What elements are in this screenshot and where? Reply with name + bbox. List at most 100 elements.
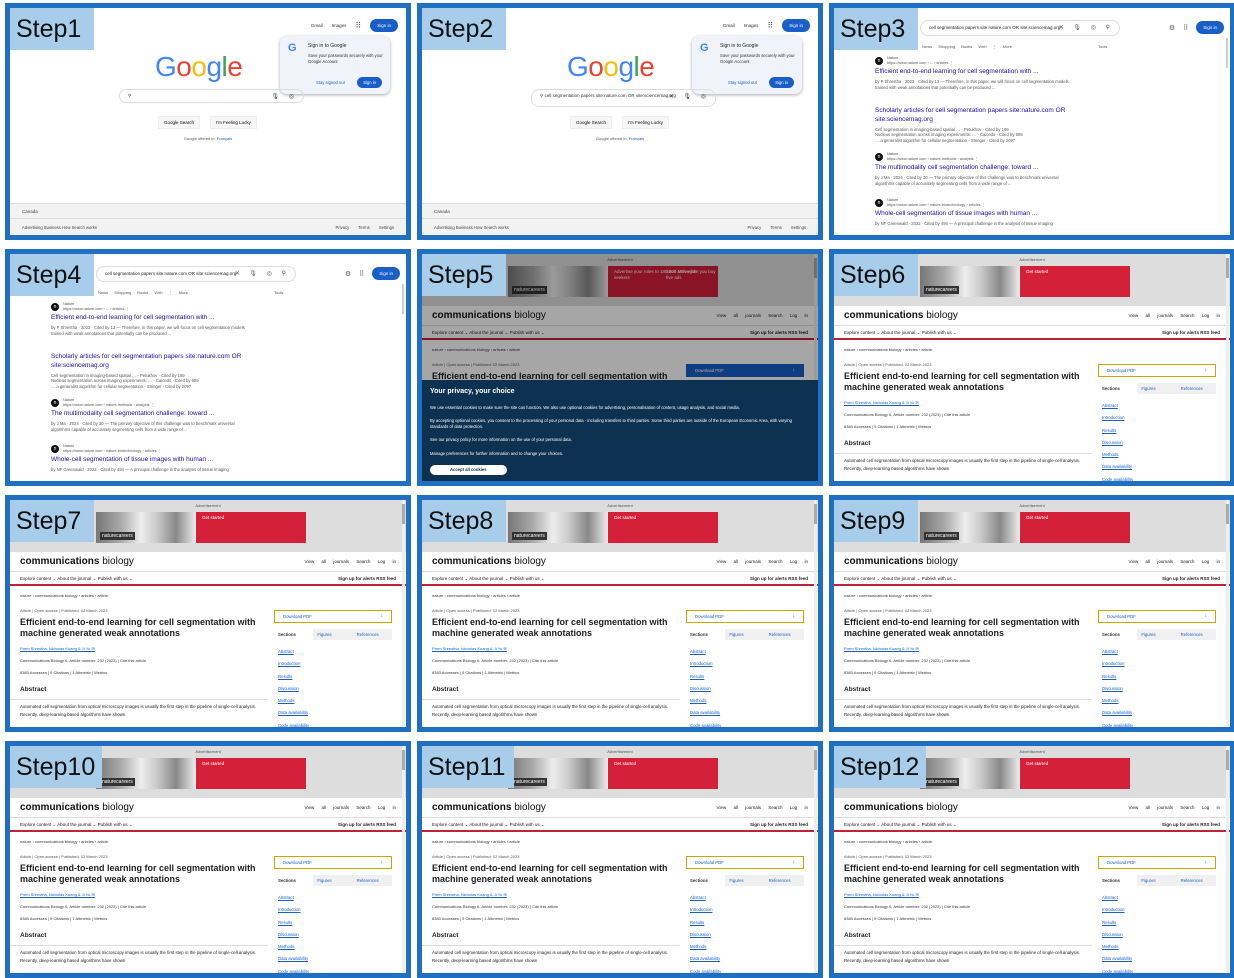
ad-banner[interactable]: Get started xyxy=(1020,758,1130,789)
tab-references[interactable]: References xyxy=(765,875,804,886)
nav-menus[interactable]: Explore content ⌄ About the journal ⌄ Pu… xyxy=(844,330,957,335)
download-pdf-button[interactable]: Download PDF ↓ xyxy=(1098,364,1216,377)
ad-image[interactable]: naturecareers xyxy=(508,758,608,789)
authors-link[interactable]: Prem Shrestha, Nicholas Kuang & Ji Yu ✉ xyxy=(844,646,919,651)
tab-references[interactable]: References xyxy=(353,629,392,640)
result-title-link[interactable]: The multimodality cell segmentation chal… xyxy=(875,164,1075,173)
popup-signin-button[interactable]: Sign in xyxy=(357,77,382,88)
tab-sections[interactable]: Sections xyxy=(274,629,314,640)
toc-link[interactable]: Introduction xyxy=(278,658,309,670)
authors-link[interactable]: Prem Shrestha, Nicholas Kuang & Ji Yu ✉ xyxy=(844,892,919,897)
toc-link[interactable]: Results xyxy=(278,671,309,683)
alerts-rss[interactable]: Sign up for alerts RSS feed xyxy=(338,576,396,581)
footer-right-links[interactable]: Privacy Terms Settings xyxy=(335,225,394,230)
popup-signin-button[interactable]: Sign in xyxy=(769,77,794,88)
images-link[interactable]: Images xyxy=(332,23,347,28)
toc-link[interactable]: Code availability xyxy=(690,966,721,973)
toc-link[interactable]: Discussion xyxy=(1102,437,1133,449)
toc-link[interactable]: Data availability xyxy=(1102,953,1133,965)
nav-menus[interactable]: Explore content ⌄ About the journal ⌄ Pu… xyxy=(20,822,133,827)
toc-link[interactable]: Results xyxy=(1102,671,1133,683)
breadcrumb[interactable]: nature › communications biology › articl… xyxy=(432,593,520,598)
download-pdf-button[interactable]: Download PDF ↓ xyxy=(686,610,804,623)
gmail-link[interactable]: Gmail xyxy=(723,23,735,28)
toc-link[interactable]: Abstract xyxy=(1102,646,1133,658)
toc-link[interactable]: Introduction xyxy=(278,904,309,916)
header-links[interactable]: View all journals Search Log in xyxy=(305,559,396,564)
toc-link[interactable]: Abstract xyxy=(278,646,309,658)
authors-link[interactable]: Prem Shrestha, Nicholas Kuang & Ji Yu ✉ xyxy=(432,646,507,651)
ad-banner[interactable]: Get started xyxy=(608,758,718,789)
tab-figures[interactable]: Figures xyxy=(313,875,352,886)
nav-menus[interactable]: Explore content ⌄ About the journal ⌄ Pu… xyxy=(20,576,133,581)
nav-menus[interactable]: Explore content ⌄ About the journal ⌄ Pu… xyxy=(432,822,545,827)
toc-link[interactable]: Results xyxy=(690,671,721,683)
scrollbar[interactable] xyxy=(1226,254,1229,481)
toc-link[interactable]: Results xyxy=(1102,917,1133,929)
scholarly-title-link[interactable]: Scholarly articles for cell segmentation… xyxy=(51,353,251,371)
toc-link[interactable]: Data availability xyxy=(690,707,721,719)
toc-link[interactable]: Abstract xyxy=(690,646,721,658)
ad-image[interactable]: naturecareers xyxy=(96,512,196,543)
toc-link[interactable]: Discussion xyxy=(1102,929,1133,941)
toc-link[interactable]: Introduction xyxy=(690,904,721,916)
breadcrumb[interactable]: nature › communications biology › articl… xyxy=(20,593,108,598)
search-input[interactable]: ⚲ cell segmentation papers site:nature.c… xyxy=(531,89,716,107)
ad-banner[interactable]: Get started xyxy=(196,512,306,543)
toc-link[interactable]: Discussion xyxy=(1102,683,1133,695)
ad-banner[interactable]: Get started xyxy=(196,758,306,789)
alerts-rss[interactable]: Sign up for alerts RSS feed xyxy=(750,822,808,827)
cookie-text[interactable]: See our privacy policy for more informat… xyxy=(430,437,810,443)
settings-icon[interactable]: ⚙ xyxy=(345,270,351,278)
scrollbar[interactable] xyxy=(402,746,405,973)
toc-link[interactable]: Code availability xyxy=(690,720,721,727)
tools-button[interactable]: Tools xyxy=(274,290,283,295)
result-title-link[interactable]: The multimodality cell segmentation chal… xyxy=(51,410,251,419)
breadcrumb[interactable]: nature › communications biology › articl… xyxy=(844,347,932,352)
header-links[interactable]: View all journals Search Log in xyxy=(717,559,808,564)
toc-link[interactable]: Discussion xyxy=(278,683,309,695)
authors-link[interactable]: Prem Shrestha, Nicholas Kuang & Ji Yu ✉ xyxy=(20,892,95,897)
tab-figures[interactable]: Figures xyxy=(725,629,764,640)
lucky-button[interactable]: I'm Feeling Lucky xyxy=(622,116,669,129)
manage-preferences-link[interactable]: Manage preferences for further informati… xyxy=(430,451,810,457)
stay-signed-out-button[interactable]: Stay signed out xyxy=(316,80,345,85)
serp-search-input[interactable]: cell segmentation papers site:nature.com… xyxy=(96,266,296,282)
apps-icon[interactable]: ⠿ xyxy=(359,270,364,278)
toc-link[interactable]: Code availability xyxy=(278,966,309,973)
download-pdf-button[interactable]: Download PDF ↓ xyxy=(1098,610,1216,623)
header-links[interactable]: View all journals Search Log in xyxy=(1129,805,1220,810)
scholarly-item[interactable]: … a generalist algorithm for cellular se… xyxy=(51,384,251,390)
apps-icon[interactable]: ⠿ xyxy=(355,21,361,30)
search-tools-icons[interactable]: 🎙 ◎ xyxy=(271,93,298,100)
apps-icon[interactable]: ⠿ xyxy=(767,21,773,30)
ad-banner[interactable]: Get started xyxy=(608,512,718,543)
tab-references[interactable]: References xyxy=(1177,875,1216,886)
breadcrumb[interactable]: nature › communications biology › articl… xyxy=(844,593,932,598)
alerts-rss[interactable]: Sign up for alerts RSS feed xyxy=(1162,330,1220,335)
toc-link[interactable]: Results xyxy=(690,917,721,929)
nav-menus[interactable]: Explore content ⌄ About the journal ⌄ Pu… xyxy=(844,822,957,827)
download-pdf-button[interactable]: Download PDF ↓ xyxy=(274,856,392,869)
journal-logo[interactable]: communications biology xyxy=(844,802,958,813)
toc-link[interactable]: Methods xyxy=(690,941,721,953)
ad-image[interactable]: naturecareers xyxy=(920,512,1020,543)
signin-button[interactable]: Sign in xyxy=(372,267,400,280)
ad-banner[interactable]: Get started xyxy=(1020,512,1130,543)
result-title-link[interactable]: Efficient end-to-end learning for cell s… xyxy=(51,314,251,323)
toc-link[interactable]: Abstract xyxy=(1102,892,1133,904)
toc-link[interactable]: Discussion xyxy=(690,929,721,941)
ad-banner[interactable]: Get started xyxy=(1020,266,1130,297)
breadcrumb[interactable]: nature › communications biology › articl… xyxy=(844,839,932,844)
apps-icon[interactable]: ⠿ xyxy=(1183,24,1188,32)
settings-icon[interactable]: ⚙ xyxy=(1169,24,1175,32)
toc-link[interactable]: Data availability xyxy=(690,953,721,965)
breadcrumb[interactable]: nature › communications biology › articl… xyxy=(20,839,108,844)
toc-link[interactable]: Methods xyxy=(1102,449,1133,461)
tab-figures[interactable]: Figures xyxy=(1137,629,1176,640)
serp-search-input[interactable]: cell segmentation papers site:nature.com… xyxy=(920,20,1120,36)
result-title-link[interactable]: Whole-cell segmentation of tissue images… xyxy=(51,456,251,465)
signin-button[interactable]: Sign in xyxy=(782,19,810,32)
authors-link[interactable]: Prem Shrestha, Nicholas Kuang & Ji Yu ✉ xyxy=(432,892,507,897)
ad-image[interactable]: naturecareers xyxy=(508,512,608,543)
